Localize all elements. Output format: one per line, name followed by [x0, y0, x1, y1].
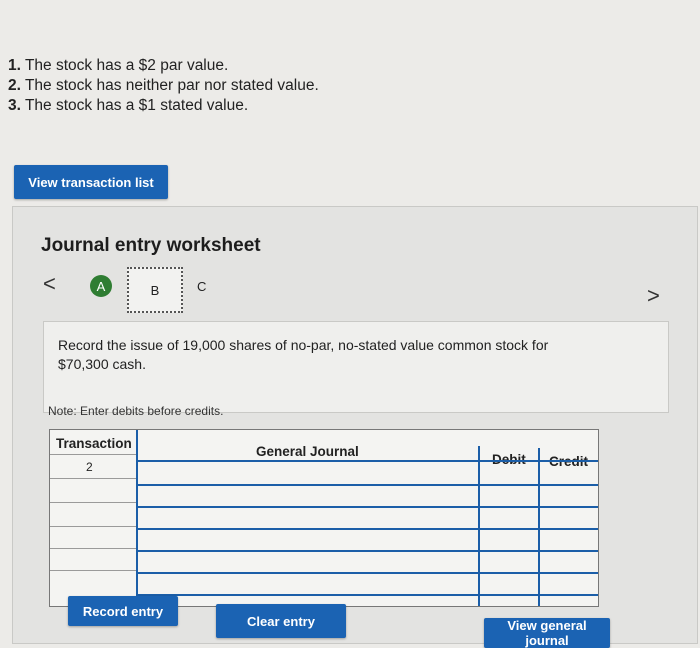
row-line [136, 550, 598, 552]
record-entry-button[interactable]: Record entry [68, 596, 178, 626]
step-tab-b[interactable]: B [127, 267, 183, 313]
view-transaction-list-button[interactable]: View transaction list [14, 165, 168, 199]
row-line [136, 594, 598, 596]
instruction-2: 2. The stock has neither par nor stated … [8, 77, 319, 94]
row-line [136, 484, 598, 486]
step-tab-a[interactable]: A [90, 275, 112, 297]
prompt-box: Record the issue of 19,000 shares of no-… [43, 321, 669, 418]
journal-entry-worksheet: Journal entry worksheet < A B C > Record… [12, 206, 698, 644]
instruction-3: 3. The stock has a $1 stated value. [8, 97, 249, 114]
previous-arrow-icon[interactable]: < [43, 271, 56, 297]
prompt-text: Record the issue of 19,000 shares of no-… [58, 337, 549, 372]
view-general-journal-button[interactable]: View general journal [484, 618, 610, 648]
header-general-journal: General Journal [256, 444, 359, 459]
debit-input[interactable] [480, 462, 536, 482]
journal-table: Transaction General Journal Debit Credit… [49, 429, 599, 607]
clear-entry-button[interactable]: Clear entry [216, 604, 346, 638]
step-tab-c[interactable]: C [197, 279, 206, 294]
row-line [136, 506, 598, 508]
row-line [136, 528, 598, 530]
transaction-number: 2 [86, 460, 93, 474]
column-divider [136, 430, 138, 606]
account-input[interactable] [138, 462, 476, 482]
worksheet-title: Journal entry worksheet [41, 235, 261, 256]
credit-input[interactable] [540, 462, 596, 482]
header-transaction: Transaction [56, 436, 132, 451]
row-line [136, 572, 598, 574]
instructions-list: 1. The stock has a $2 par value. 2. The … [8, 56, 319, 116]
instruction-1: 1. The stock has a $2 par value. [8, 57, 229, 74]
note-text: Note: Enter debits before credits. [48, 404, 224, 418]
next-arrow-icon[interactable]: > [647, 283, 660, 309]
